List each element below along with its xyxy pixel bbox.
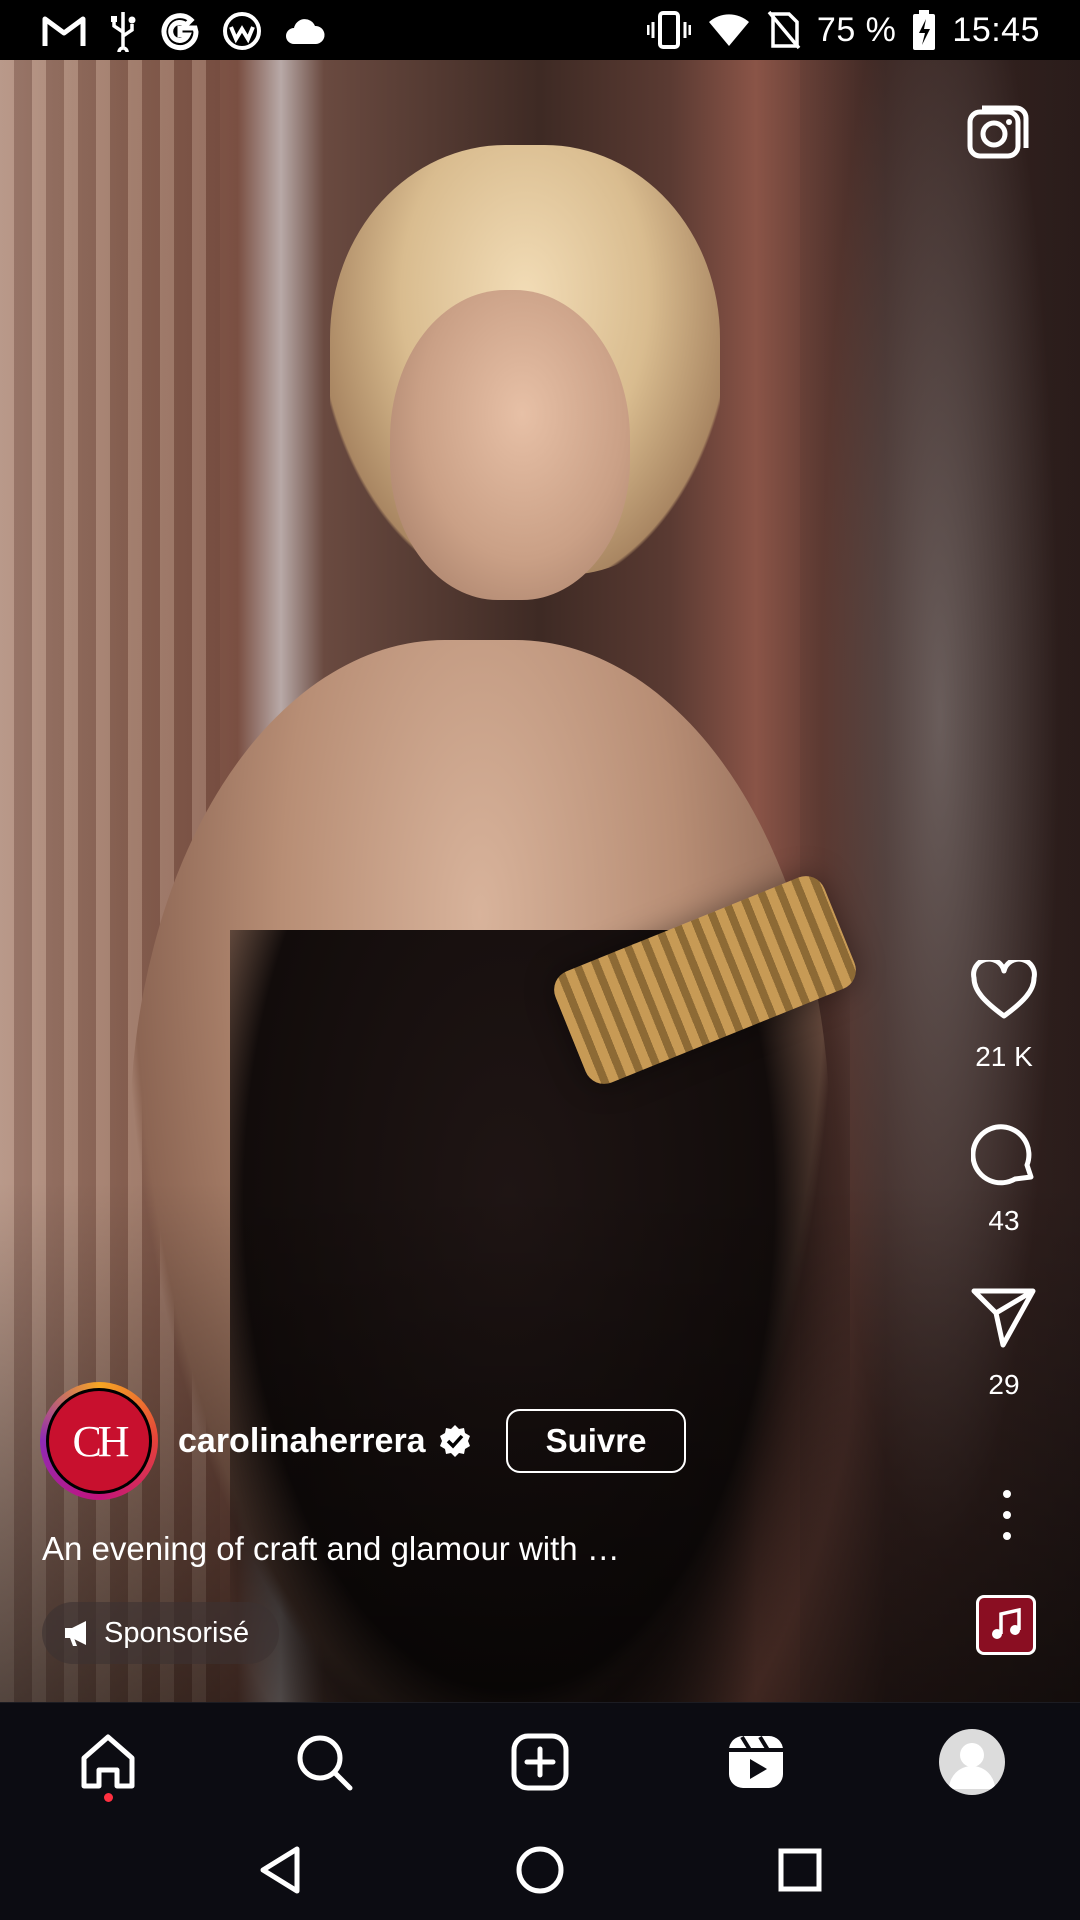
app-icon: [223, 12, 261, 50]
bottom-navigation: [0, 1702, 1080, 1821]
comment-button[interactable]: [969, 1119, 1039, 1189]
search-icon: [297, 1735, 353, 1791]
follow-button[interactable]: Suivre: [505, 1409, 687, 1473]
nav-home[interactable]: [68, 1722, 148, 1802]
send-icon: [971, 1288, 1036, 1348]
like-count: 21 K: [975, 1041, 1033, 1072]
home-system-button[interactable]: [510, 1840, 570, 1900]
comment-icon: [971, 1124, 1034, 1186]
battery-charging-icon: [913, 10, 936, 50]
reel-caption[interactable]: An evening of craft and glamour with …: [42, 1530, 702, 1568]
music-note-icon: [992, 1608, 1021, 1639]
more-dot-icon: [1003, 1490, 1011, 1498]
square-recents-icon: [778, 1848, 822, 1892]
no-sim-icon: [767, 10, 801, 50]
usb-icon: [111, 12, 136, 52]
avatar-monogram: CH: [72, 1416, 129, 1466]
circle-home-icon: [516, 1846, 564, 1894]
nav-profile[interactable]: [932, 1722, 1012, 1802]
clock: 15:45: [952, 10, 1040, 49]
cloud-icon: [286, 19, 325, 44]
back-button[interactable]: [250, 1840, 310, 1900]
sponsored-label: Sponsorisé: [104, 1616, 250, 1649]
recents-button[interactable]: [770, 1840, 830, 1900]
home-icon: [81, 1734, 135, 1789]
more-dot-icon: [1003, 1511, 1011, 1519]
more-dot-icon: [1003, 1532, 1011, 1540]
default-user-icon: [949, 1743, 995, 1789]
vibrate-icon: [646, 11, 691, 49]
wifi-icon: [708, 14, 749, 46]
nav-create[interactable]: [500, 1722, 580, 1802]
author-avatar[interactable]: CH: [40, 1382, 158, 1500]
profile-avatar: [939, 1729, 1005, 1795]
more-options-button[interactable]: [992, 1490, 1022, 1540]
sponsored-badge[interactable]: Sponsorisé: [42, 1602, 280, 1664]
author-row: CH carolinaherrera Suivre: [40, 1382, 687, 1500]
like-button[interactable]: [969, 955, 1039, 1025]
author-username[interactable]: carolinaherrera: [178, 1422, 426, 1461]
camera-icon: [967, 105, 1029, 159]
audio-track-button[interactable]: [976, 1595, 1036, 1655]
share-count: 29: [988, 1369, 1020, 1400]
share-button[interactable]: [969, 1283, 1039, 1353]
status-right-icons: 75 % 15:45: [646, 8, 1040, 52]
verified-badge-icon: [439, 1425, 470, 1457]
android-navigation-bar: [0, 1820, 1080, 1920]
video-figure-face: [390, 290, 630, 600]
avatar-ring-gap: CH: [46, 1388, 152, 1494]
author-logo: CH: [49, 1391, 149, 1491]
megaphone-icon: [65, 1621, 86, 1646]
reel-actions: 21 K 43 29: [956, 955, 1052, 1401]
nav-reels[interactable]: [716, 1722, 796, 1802]
back-icon: [260, 1846, 300, 1894]
camera-button[interactable]: [966, 100, 1032, 166]
gmail-icon: [42, 16, 86, 46]
notification-dot: [104, 1793, 113, 1802]
comment-count: 43: [988, 1205, 1020, 1236]
battery-percentage: 75 %: [816, 10, 897, 49]
create-icon: [511, 1733, 569, 1791]
heart-icon: [971, 960, 1037, 1019]
google-icon: [161, 13, 199, 51]
reels-icon: [729, 1735, 783, 1788]
status-bar: 75 % 15:45: [0, 0, 1080, 60]
nav-search[interactable]: [284, 1722, 364, 1802]
status-left-icons: [42, 10, 326, 52]
